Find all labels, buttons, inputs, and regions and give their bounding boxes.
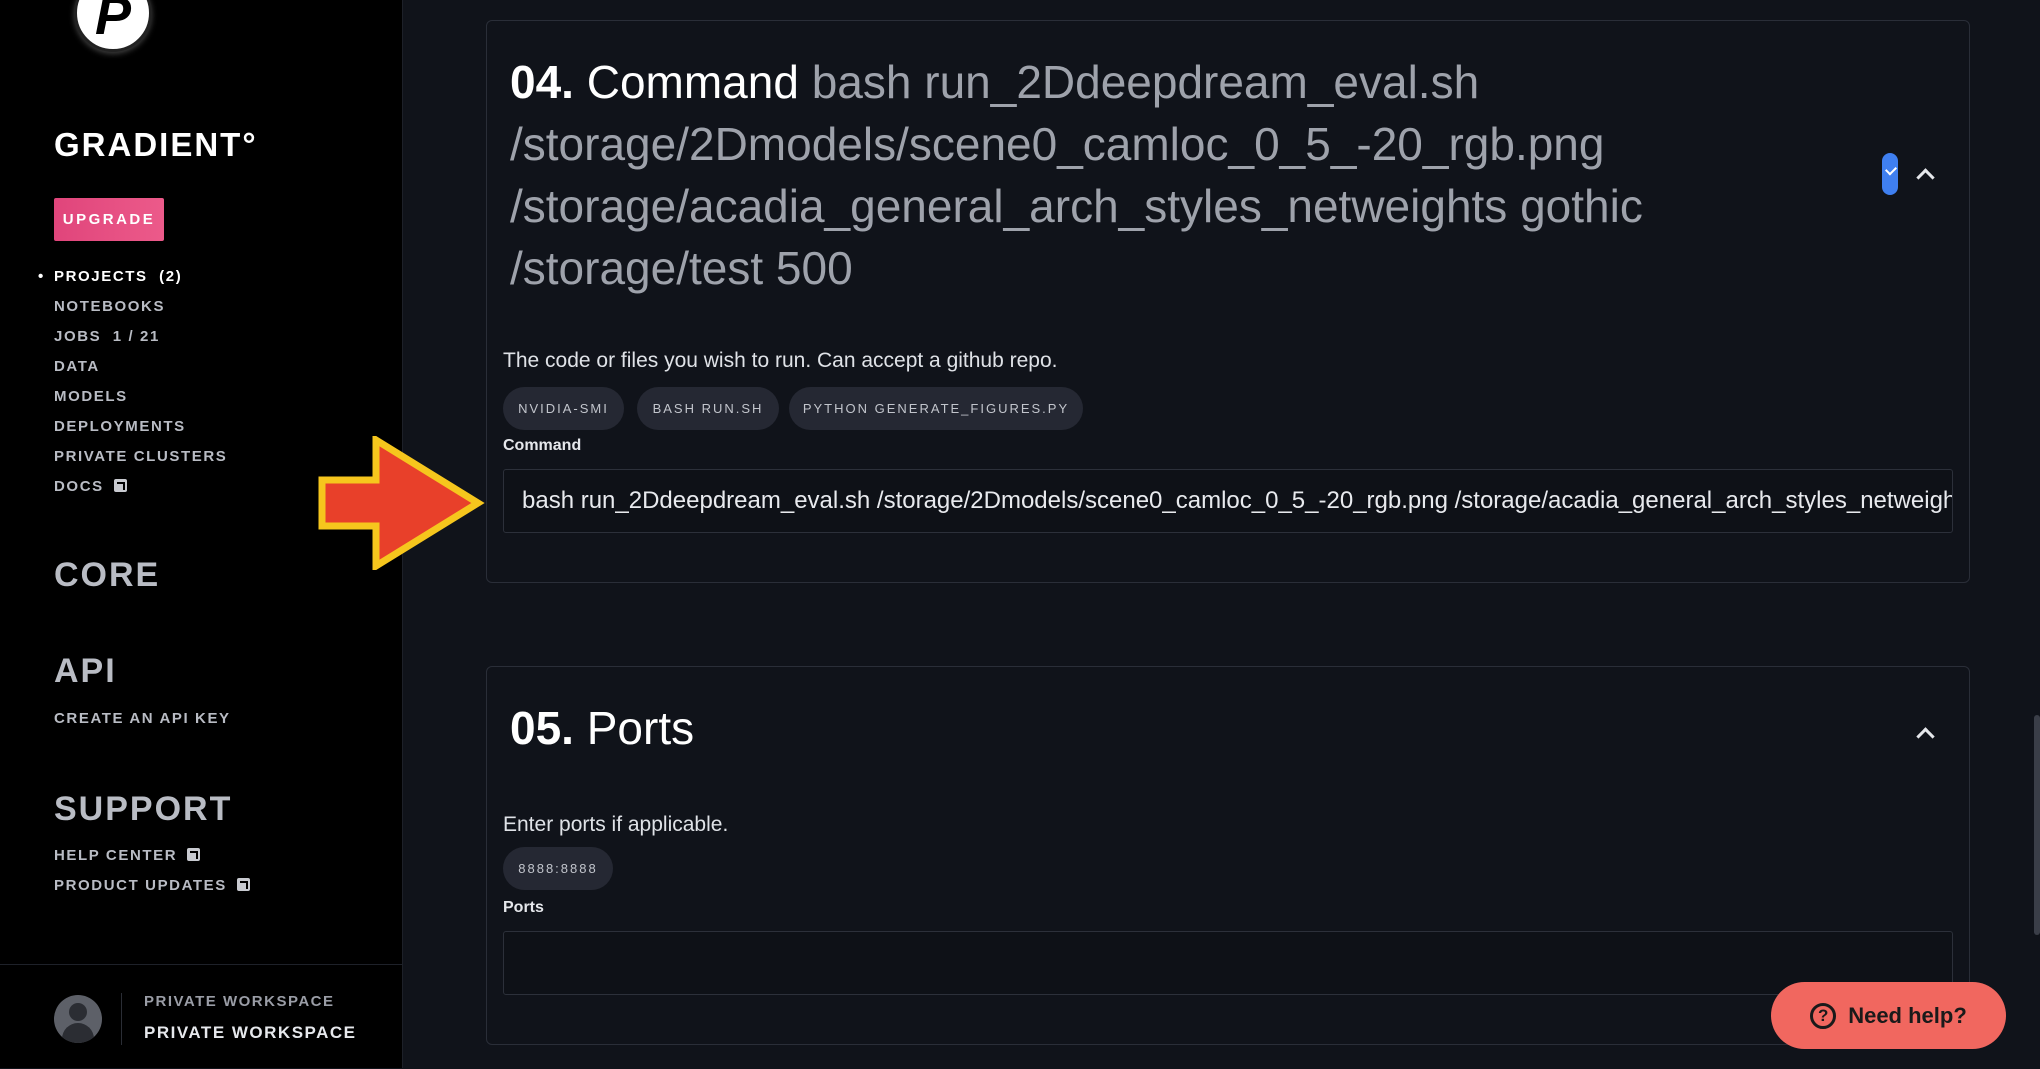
paperspace-logo[interactable]: P bbox=[74, 0, 152, 52]
step-command-card: 04. Command bash run_2Ddeepdream_eval.sh… bbox=[486, 20, 1970, 583]
sidebar-item-private-clusters[interactable]: PRIVATE CLUSTERS bbox=[54, 448, 227, 465]
workspace-label: PRIVATE WORKSPACE bbox=[144, 993, 335, 1010]
active-bullet-icon: • bbox=[38, 268, 45, 285]
suggestion-chip-nvidia-smi[interactable]: NVIDIA-SMI bbox=[503, 387, 624, 430]
suggestion-chip-bash-run[interactable]: BASH RUN.SH bbox=[637, 387, 779, 430]
step-ports-heading[interactable]: 05. Ports bbox=[510, 697, 1660, 759]
need-help-button[interactable]: ? Need help? bbox=[1771, 982, 2006, 1049]
section-support: SUPPORT bbox=[54, 790, 233, 828]
step-command-heading[interactable]: 04. Command bash run_2Ddeepdream_eval.sh… bbox=[510, 51, 1660, 299]
step-enabled-toggle[interactable] bbox=[1882, 153, 1898, 195]
scrollbar[interactable] bbox=[2034, 715, 2040, 935]
upgrade-button[interactable]: UPGRADE bbox=[54, 198, 164, 241]
step-ports-card: 05. Ports Enter ports if applicable. 888… bbox=[486, 666, 1970, 1045]
chevron-up-icon[interactable] bbox=[1916, 168, 1935, 187]
sidebar-item-models[interactable]: MODELS bbox=[54, 388, 128, 405]
section-core[interactable]: CORE bbox=[54, 556, 160, 595]
external-link-icon bbox=[113, 479, 127, 492]
ports-description: Enter ports if applicable. bbox=[503, 813, 729, 836]
sidebar-item-notebooks[interactable]: NOTEBOOKS bbox=[54, 298, 165, 315]
question-icon: ? bbox=[1810, 1002, 1837, 1029]
ports-input[interactable] bbox=[503, 931, 1953, 995]
sidebar-item-data[interactable]: DATA bbox=[54, 358, 100, 375]
sidebar-item-projects[interactable]: • PROJECTS (2) bbox=[38, 268, 182, 285]
chevron-up-icon[interactable] bbox=[1916, 727, 1935, 746]
workspace-switcher[interactable]: PRIVATE WORKSPACE PRIVATE WORKSPACE bbox=[0, 964, 402, 1069]
help-center-link[interactable]: HELP CENTER bbox=[54, 847, 201, 864]
suggestion-chip-python-generate[interactable]: PYTHON GENERATE_FIGURES.PY bbox=[789, 387, 1083, 430]
sidebar-item-jobs[interactable]: JOBS 1 / 21 bbox=[54, 328, 160, 345]
brand-title: GRADIENT° bbox=[54, 126, 258, 163]
section-api[interactable]: API bbox=[54, 652, 117, 691]
sidebar-item-deployments[interactable]: DEPLOYMENTS bbox=[54, 418, 186, 435]
avatar[interactable] bbox=[54, 995, 102, 1043]
external-link-icon bbox=[236, 878, 250, 891]
workspace-name[interactable]: PRIVATE WORKSPACE bbox=[144, 1023, 357, 1043]
create-api-key-link[interactable]: CREATE AN API KEY bbox=[54, 710, 231, 727]
command-description: The code or files you wish to run. Can a… bbox=[503, 349, 1058, 372]
ports-field-label: Ports bbox=[503, 899, 544, 916]
product-updates-link[interactable]: PRODUCT UPDATES bbox=[54, 877, 250, 894]
sidebar-item-docs[interactable]: DOCS bbox=[54, 478, 127, 495]
divider bbox=[121, 993, 122, 1045]
command-input[interactable]: bash run_2Ddeepdream_eval.sh /storage/2D… bbox=[503, 469, 1953, 533]
annotation-arrow-icon bbox=[318, 436, 485, 570]
suggestion-chip-port[interactable]: 8888:8888 bbox=[503, 847, 613, 890]
command-field-label: Command bbox=[503, 437, 582, 454]
external-link-icon bbox=[187, 848, 201, 861]
